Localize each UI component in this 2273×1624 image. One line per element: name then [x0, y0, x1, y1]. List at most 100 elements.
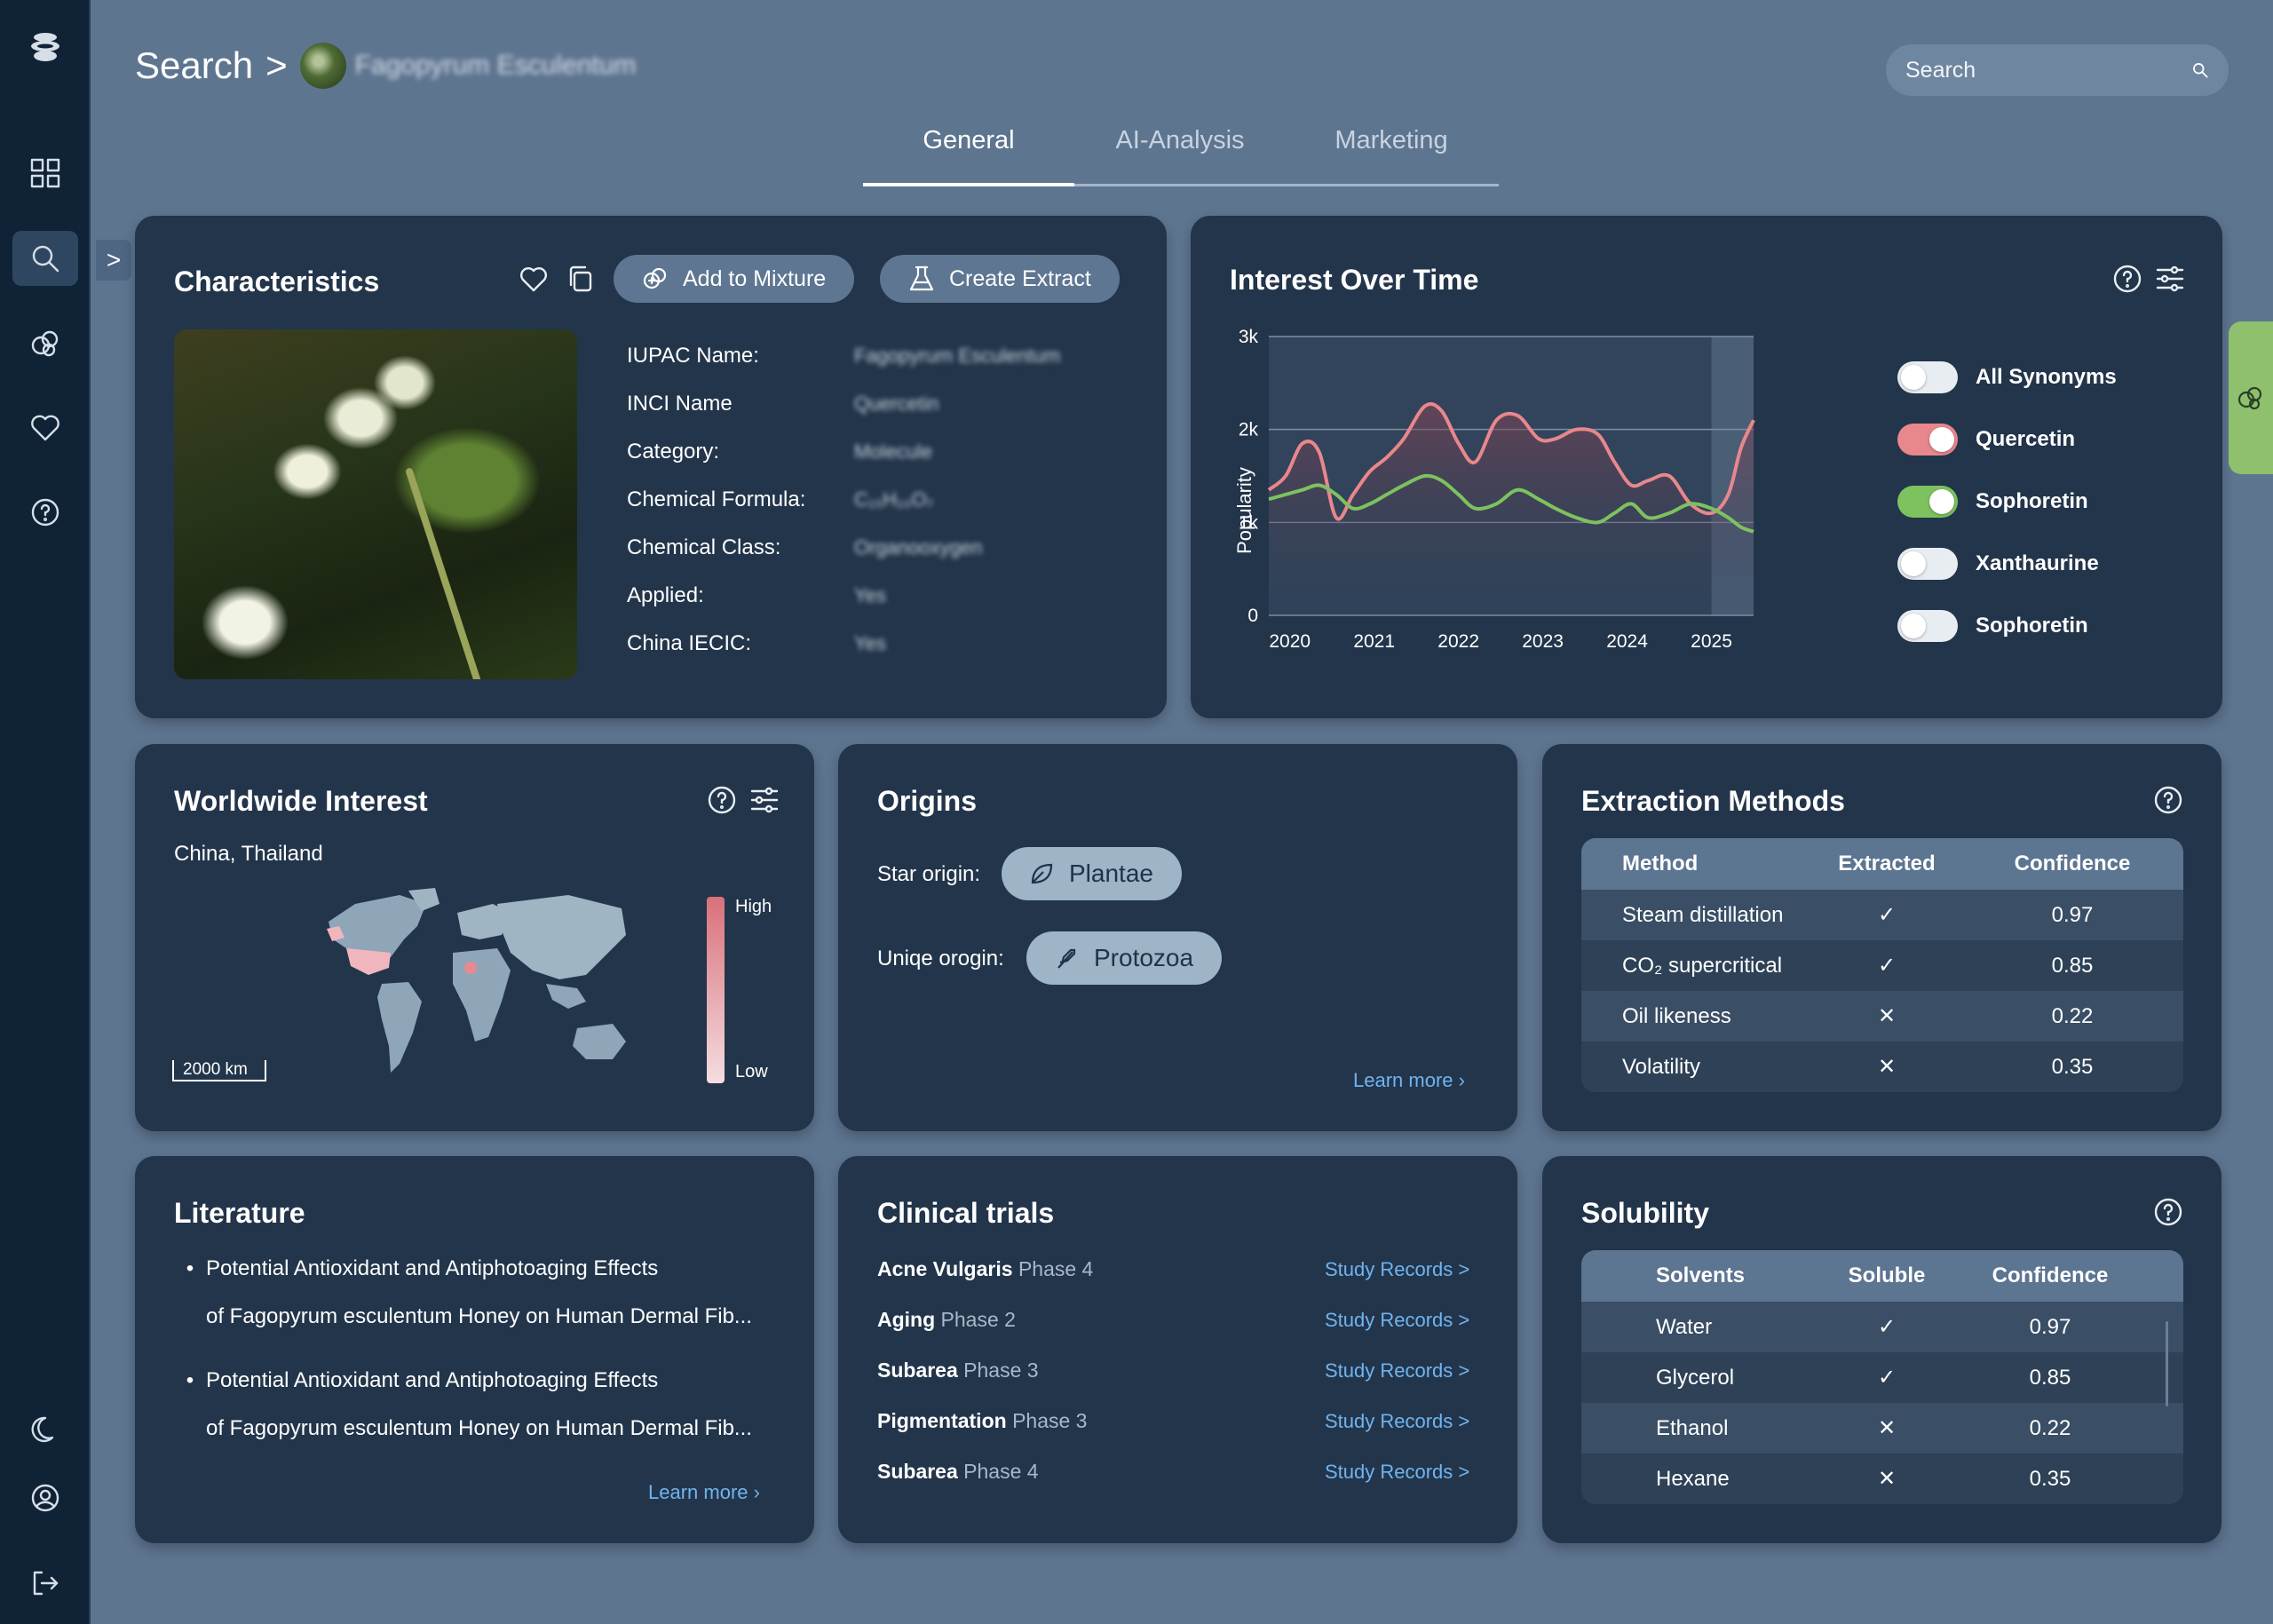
tab-general[interactable]: General — [863, 112, 1074, 186]
mixture-panel-tab[interactable] — [2229, 321, 2273, 474]
solubility-table: Solvents Soluble Confidence Water ✓ 0.97… — [1581, 1250, 2183, 1504]
tab-ai-analysis[interactable]: AI-Analysis — [1074, 112, 1286, 184]
map-africa[interactable] — [453, 948, 511, 1042]
table-row[interactable]: Ethanol ✕ 0.22 — [1581, 1403, 2183, 1454]
study-records-link[interactable]: Study Records > — [1325, 1258, 1469, 1281]
tab-marketing[interactable]: Marketing — [1286, 112, 1497, 184]
table-row[interactable]: Oil likeness ✕ 0.22 — [1581, 991, 2183, 1042]
help-button[interactable] — [2151, 783, 2185, 817]
table-cell: CO₂ supercritical — [1622, 953, 1783, 978]
toggle-switch[interactable] — [1897, 424, 1958, 456]
literature-line: of Fagopyrum esculentum Honey on Human D… — [206, 1304, 752, 1328]
unique-origin-chip[interactable]: Protozoa — [1026, 931, 1223, 985]
breadcrumb-root[interactable]: Search — [135, 44, 253, 87]
interest-over-time-title: Interest Over Time — [1230, 264, 1479, 296]
countries-label: China, Thailand — [174, 842, 323, 866]
table-cell: 0.22 — [2029, 1415, 2071, 1440]
map-south-america[interactable] — [377, 982, 422, 1073]
search-input[interactable] — [1905, 57, 2191, 83]
theme-toggle[interactable] — [12, 1403, 78, 1458]
table-cell: Volatility — [1622, 1054, 1701, 1079]
copy-button[interactable] — [564, 262, 598, 296]
toggle-sophoretin[interactable]: Sophoretin — [1897, 484, 2088, 519]
toggle-all-synonyms[interactable]: All Synonyms — [1897, 360, 2117, 395]
filter-button[interactable] — [748, 783, 781, 817]
literature-learn-more-link[interactable]: Learn more › — [648, 1481, 760, 1504]
moon-icon — [31, 1416, 54, 1443]
table-row[interactable]: Steam distillation ✓ 0.97 — [1581, 890, 2183, 940]
help-icon — [2113, 265, 2142, 293]
search-icon[interactable] — [2191, 55, 2209, 85]
toggle-switch[interactable] — [1897, 610, 1958, 642]
sidebar-item-dashboard[interactable] — [12, 146, 78, 201]
world-map[interactable] — [320, 886, 639, 1081]
add-to-mixture-button[interactable]: Add to Mixture — [614, 255, 855, 303]
y-axis-label: Popularity — [1233, 467, 1255, 554]
field-value: Yes — [854, 584, 886, 606]
sidebar-expand-button[interactable]: > — [96, 240, 131, 281]
map-usa[interactable] — [346, 948, 391, 975]
table-cell: 0.35 — [2029, 1466, 2071, 1491]
trial-phase: Phase 2 — [940, 1308, 1016, 1331]
study-records-link[interactable]: Study Records > — [1325, 1359, 1469, 1382]
x-tick-label: 2025 — [1691, 631, 1732, 652]
table-cell: Oil likeness — [1622, 1003, 1731, 1028]
feather-icon — [1057, 948, 1076, 969]
map-southeast-asia[interactable] — [546, 984, 586, 1009]
check-icon: ✓ — [1877, 1366, 1897, 1390]
table-row[interactable]: Volatility ✕ 0.35 — [1581, 1042, 2183, 1092]
learn-more-label: Learn more — [648, 1481, 748, 1503]
interest-chart: 01k2k3k 2020 2021 2022 2023 2024 2025 Popular… — [1233, 327, 1755, 652]
filter-button[interactable] — [2153, 262, 2187, 296]
breadcrumb: Search > Fagopyrum Esculentum — [135, 43, 636, 89]
app-logo[interactable] — [12, 20, 78, 75]
study-records-link[interactable]: Study Records > — [1325, 1309, 1469, 1332]
table-cell: Hexane — [1656, 1466, 1730, 1491]
toggle-xanthaurine[interactable]: Xanthaurine — [1897, 546, 2099, 582]
map-australia[interactable] — [573, 1024, 626, 1059]
study-records-link[interactable]: Study Records > — [1325, 1461, 1469, 1484]
help-button[interactable] — [705, 783, 739, 817]
literature-item[interactable]: • Potential Antioxidant and Antiphotoagin… — [174, 1357, 752, 1453]
x-tick-label: 2023 — [1522, 631, 1564, 652]
sidebar-item-favorites[interactable] — [12, 400, 78, 455]
favorite-button[interactable] — [517, 262, 550, 296]
literature-item[interactable]: • Potential Antioxidant and Antiphotoagin… — [174, 1245, 752, 1341]
toggle-label: Xanthaurine — [1976, 551, 2099, 575]
trial-phase: Phase 3 — [963, 1359, 1039, 1382]
sidebar-item-search[interactable] — [12, 231, 78, 286]
table-scrollbar[interactable] — [2166, 1321, 2168, 1406]
star-origin-chip[interactable]: Plantae — [1002, 847, 1182, 900]
create-extract-label: Create Extract — [949, 265, 1091, 291]
help-button[interactable] — [2111, 262, 2144, 296]
table-cell: Ethanol — [1656, 1415, 1729, 1440]
profile-button[interactable] — [12, 1470, 78, 1525]
help-button[interactable] — [2151, 1195, 2185, 1229]
sidebar-item-help[interactable] — [12, 485, 78, 540]
origins-learn-more-link[interactable]: Learn more › — [1353, 1069, 1465, 1092]
breadcrumb-separator: > — [265, 44, 288, 86]
table-row[interactable]: Water ✓ 0.97 — [1581, 1302, 2183, 1352]
study-records-link[interactable]: Study Records > — [1325, 1410, 1469, 1433]
toggle-quercetin[interactable]: Quercetin — [1897, 422, 2075, 457]
toggle-sophoretin-2[interactable]: Sophoretin — [1897, 608, 2088, 644]
sidebar-item-mixtures[interactable] — [12, 316, 78, 371]
extraction-methods-card: Extraction Methods Method Extracted Conf… — [1542, 744, 2222, 1131]
table-row[interactable]: CO₂ supercritical ✓ 0.85 — [1581, 940, 2183, 991]
user-icon — [31, 1484, 59, 1512]
map-highlight-region[interactable] — [464, 962, 477, 974]
create-extract-button[interactable]: Create Extract — [880, 255, 1120, 303]
logout-button[interactable] — [12, 1556, 78, 1611]
search-bar[interactable] — [1886, 44, 2229, 96]
table-row[interactable]: Glycerol ✓ 0.85 — [1581, 1352, 2183, 1403]
cross-icon: ✕ — [1877, 1055, 1897, 1079]
table-cell: 0.97 — [2029, 1314, 2071, 1339]
breadcrumb-current: Fagopyrum Esculentum — [354, 51, 637, 80]
map-asia[interactable] — [497, 895, 626, 979]
toggle-switch[interactable] — [1897, 486, 1958, 518]
toggle-switch[interactable] — [1897, 548, 1958, 580]
table-row[interactable]: Hexane ✕ 0.35 — [1581, 1454, 2183, 1504]
flask-icon — [909, 265, 934, 291]
toggle-switch[interactable] — [1897, 361, 1958, 393]
x-tick-label: 2021 — [1353, 631, 1395, 652]
